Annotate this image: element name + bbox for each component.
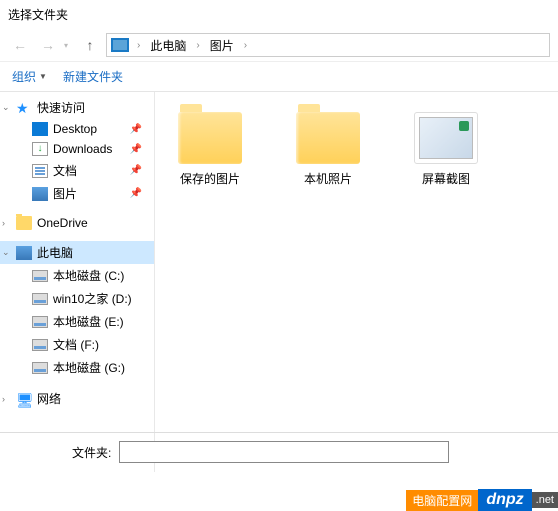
caret-icon: ⌄ [2, 102, 10, 113]
caret-icon: ⌄ [2, 247, 10, 258]
pictures-icon [32, 187, 48, 201]
main-area: ⌄ ★ 快速访问 Desktop 📌 Downloads 📌 文档 📌 图片 📌… [0, 92, 558, 472]
sidebar-drive-c[interactable]: 本地磁盘 (C:) [0, 264, 154, 287]
sidebar-onedrive[interactable]: › OneDrive [0, 213, 154, 233]
folder-saved-pictures[interactable]: 保存的图片 [165, 112, 255, 187]
up-button[interactable]: ↑ [78, 33, 102, 57]
folder-label: 保存的图片 [180, 170, 240, 187]
watermark: 电脑配置网 dnpz .net [406, 489, 558, 511]
pin-icon: 📌 [130, 188, 142, 199]
window-title: 选择文件夹 [0, 0, 558, 29]
folder-content[interactable]: 保存的图片 本机照片 屏幕截图 [155, 92, 558, 472]
folder-icon [414, 112, 478, 164]
sidebar-item-desktop[interactable]: Desktop 📌 [0, 119, 154, 139]
desktop-icon [32, 122, 48, 136]
forward-button[interactable]: → [36, 33, 60, 57]
folder-icon [178, 112, 242, 164]
navigation-bar: ← → ▾ ↑ › 此电脑 › 图片 › [0, 29, 558, 62]
sidebar-item-downloads[interactable]: Downloads 📌 [0, 139, 154, 159]
folder-name-input[interactable] [119, 441, 449, 463]
drive-icon [32, 293, 48, 305]
drive-icon [32, 316, 48, 328]
history-dropdown[interactable]: ▾ [64, 41, 74, 50]
sidebar-drive-e[interactable]: 本地磁盘 (E:) [0, 310, 154, 333]
folder-screenshots[interactable]: 屏幕截图 [401, 112, 491, 187]
sidebar-network[interactable]: › 🖥 网络 [0, 387, 154, 410]
folder-icon [16, 216, 32, 230]
back-button[interactable]: ← [8, 33, 32, 57]
chevron-icon: › [240, 40, 251, 51]
folder-camera-roll[interactable]: 本机照片 [283, 112, 373, 187]
folder-label: 屏幕截图 [422, 170, 470, 187]
sidebar: ⌄ ★ 快速访问 Desktop 📌 Downloads 📌 文档 📌 图片 📌… [0, 92, 155, 472]
pc-icon [16, 246, 32, 260]
folder-name-bar: 文件夹: [0, 432, 558, 471]
sidebar-item-pictures[interactable]: 图片 📌 [0, 182, 154, 205]
thumbnail [419, 117, 473, 159]
address-bar[interactable]: › 此电脑 › 图片 › [106, 33, 550, 57]
toolbar: 组织 ▼ 新建文件夹 [0, 62, 558, 92]
pin-icon: 📌 [130, 165, 142, 176]
sidebar-quick-access[interactable]: ⌄ ★ 快速访问 [0, 96, 154, 119]
new-folder-button[interactable]: 新建文件夹 [63, 68, 123, 85]
caret-icon: › [2, 394, 5, 404]
drive-icon [32, 270, 48, 282]
chevron-icon: › [192, 40, 203, 51]
folder-name-label: 文件夹: [24, 444, 111, 461]
network-icon: 🖥 [16, 392, 32, 406]
folder-label: 本机照片 [304, 170, 352, 187]
pin-icon: 📌 [130, 124, 142, 135]
sidebar-drive-d[interactable]: win10之家 (D:) [0, 287, 154, 310]
sidebar-drive-f[interactable]: 文档 (F:) [0, 333, 154, 356]
caret-icon: › [2, 218, 5, 228]
star-icon: ★ [16, 101, 32, 115]
chevron-down-icon: ▼ [39, 72, 47, 81]
pin-icon: 📌 [130, 144, 142, 155]
download-icon [32, 142, 48, 156]
folder-icon [296, 112, 360, 164]
chevron-icon: › [133, 40, 144, 51]
document-icon [32, 164, 48, 178]
breadcrumb-item[interactable]: 图片 [208, 37, 236, 54]
drive-icon [32, 339, 48, 351]
drive-icon [32, 362, 48, 374]
sidebar-drive-g[interactable]: 本地磁盘 (G:) [0, 356, 154, 379]
organize-button[interactable]: 组织 ▼ [12, 68, 47, 85]
sidebar-item-documents[interactable]: 文档 📌 [0, 159, 154, 182]
location-icon [111, 38, 129, 52]
sidebar-this-pc[interactable]: ⌄ 此电脑 [0, 241, 154, 264]
breadcrumb-item[interactable]: 此电脑 [148, 37, 188, 54]
